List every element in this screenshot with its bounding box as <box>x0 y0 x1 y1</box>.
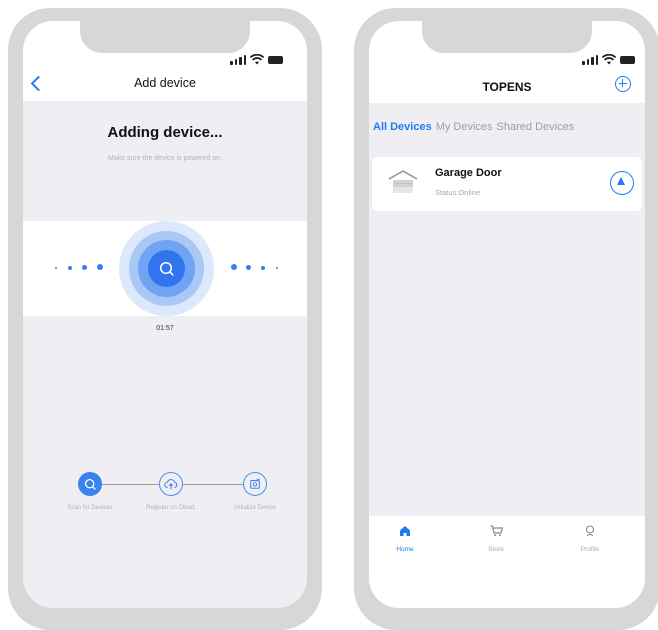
step-label-initialize: Initialize Device <box>234 505 276 511</box>
device-init-icon <box>250 478 260 489</box>
bottom-tab-bar: Home Store Profile <box>369 516 645 608</box>
page-title: Add device <box>134 76 196 90</box>
search-icon <box>159 261 174 276</box>
progress-dot <box>82 265 87 270</box>
step-label-register: Register on Cloud. <box>146 505 196 511</box>
device-name: Garage Door <box>435 167 502 179</box>
tab-home[interactable]: Home <box>380 524 430 553</box>
tab-my-devices[interactable]: My Devices <box>436 121 493 133</box>
tab-profile-label: Profile <box>580 546 600 553</box>
page-title: TOPENS <box>482 80 532 94</box>
notch <box>422 21 592 53</box>
progress-dot <box>55 267 57 269</box>
tab-shared-devices[interactable]: Shared Devices <box>497 121 575 133</box>
tab-profile[interactable]: Profile <box>565 524 615 553</box>
progress-dot <box>246 265 251 270</box>
notch <box>80 21 250 53</box>
home-icon <box>400 526 410 536</box>
add-device-button[interactable] <box>615 76 631 92</box>
scan-button[interactable] <box>148 250 185 287</box>
tab-home-label: Home <box>396 546 414 553</box>
power-hint: Make sure the device is powered on. <box>107 155 222 162</box>
battery-icon <box>620 56 635 64</box>
progress-dot <box>68 266 72 270</box>
scanning-band <box>23 221 307 316</box>
adding-heading: Adding device... <box>107 124 223 141</box>
tab-store-label: Store <box>488 546 504 553</box>
device-card[interactable]: Garage Door Status:Online <box>372 157 642 211</box>
step-initialize <box>243 472 267 496</box>
tab-all-devices[interactable]: All Devices <box>373 121 432 133</box>
progress-dot <box>276 267 278 269</box>
wifi-icon <box>602 54 616 65</box>
status-bar <box>230 54 283 65</box>
step-label-scan: Scan for Devices <box>67 505 113 511</box>
profile-icon <box>585 525 595 537</box>
home-screen: TOPENS All Devices My Devices Shared Dev… <box>369 21 645 608</box>
battery-icon <box>268 56 283 64</box>
add-device-screen: Add device Adding device... Make sure th… <box>23 21 307 608</box>
step-connector <box>102 484 159 485</box>
progress-dot <box>231 264 237 270</box>
device-status: Status:Online <box>435 188 481 197</box>
step-scan <box>78 472 102 496</box>
step-register <box>159 472 183 496</box>
progress-dot <box>97 264 103 270</box>
open-door-button[interactable] <box>610 171 634 195</box>
countdown-timer: 01:57 <box>156 325 174 332</box>
signal-icon <box>582 55 598 65</box>
wifi-icon <box>250 54 264 65</box>
signal-icon <box>230 55 246 65</box>
phone-frame-left: Add device Adding device... Make sure th… <box>8 8 322 630</box>
step-connector <box>183 484 243 485</box>
cart-icon <box>490 525 503 537</box>
search-icon <box>84 478 96 490</box>
device-tabs: All Devices My Devices Shared Devices <box>373 121 574 133</box>
progress-dot <box>261 266 265 270</box>
cloud-upload-icon <box>164 479 178 490</box>
garage-door-icon <box>388 170 418 193</box>
tab-store[interactable]: Store <box>471 524 521 553</box>
phone-frame-right: TOPENS All Devices My Devices Shared Dev… <box>354 8 658 630</box>
status-bar <box>582 54 635 65</box>
